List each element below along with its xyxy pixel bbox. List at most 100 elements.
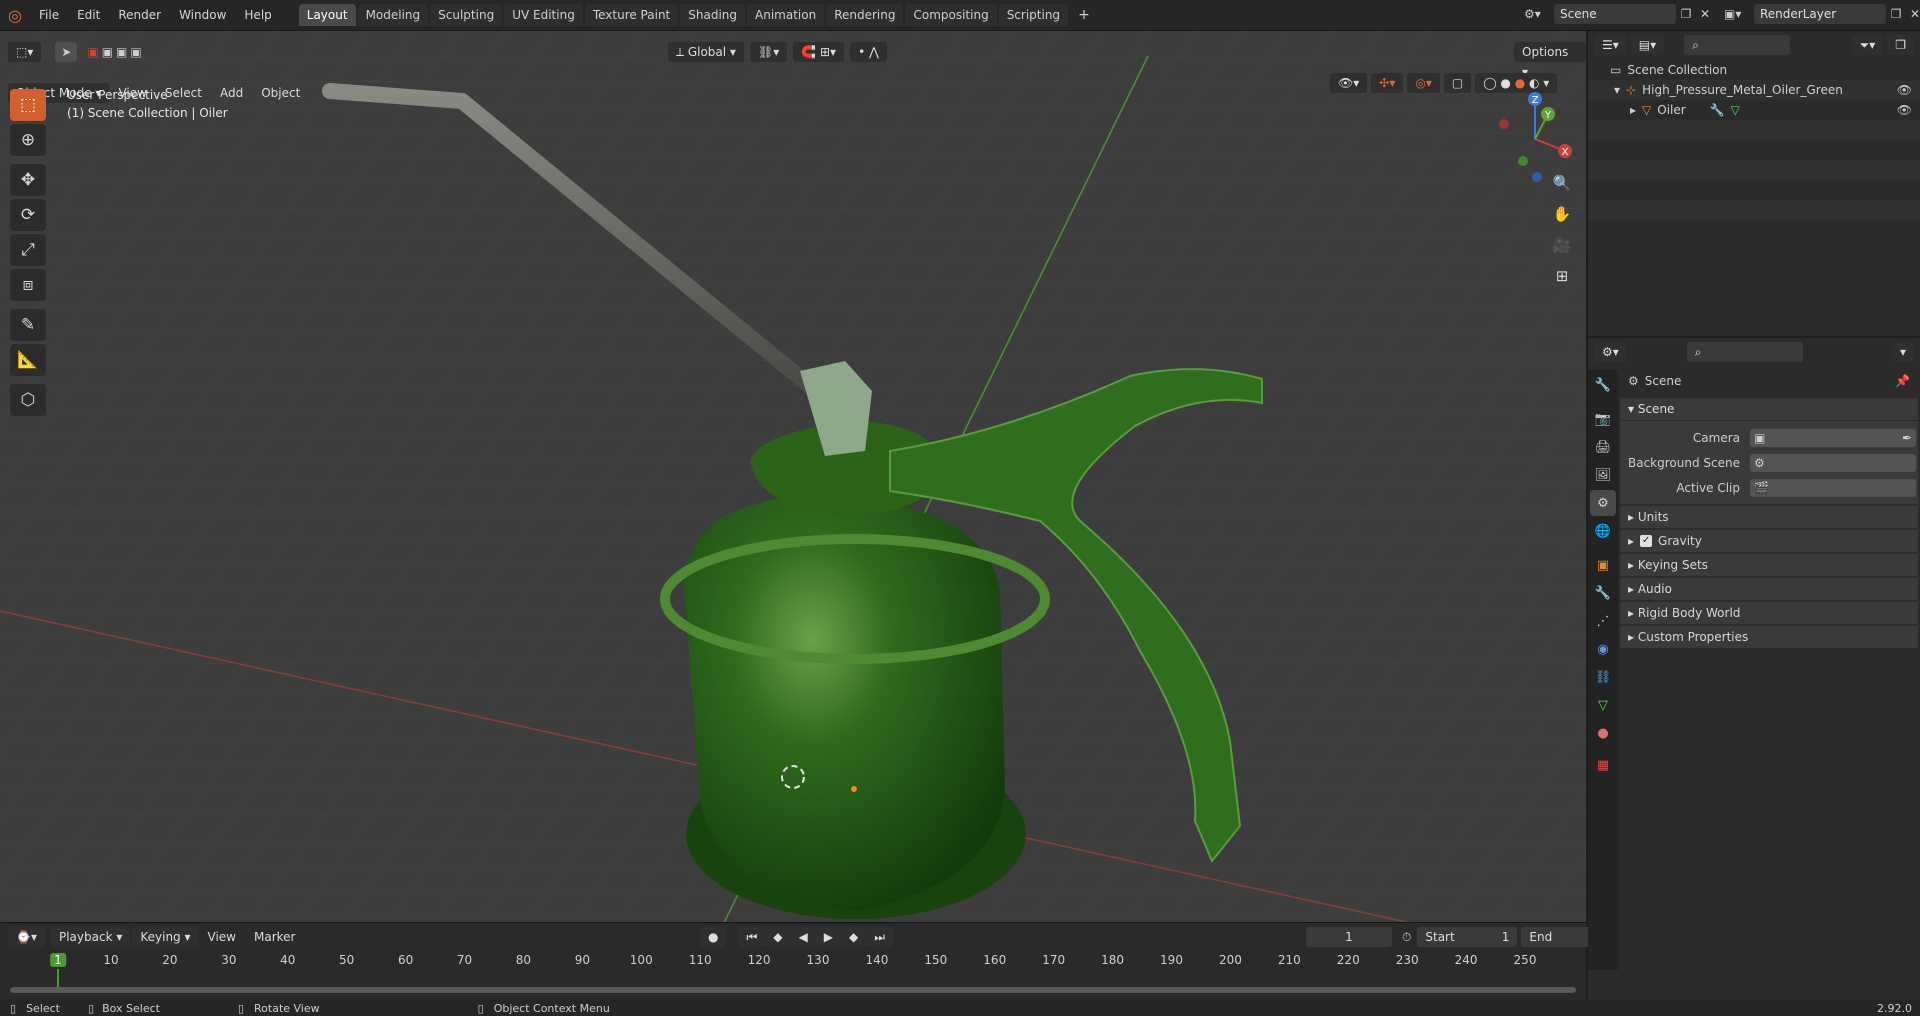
pan-icon[interactable]: ✋ [1548, 200, 1576, 228]
view-layer-icon[interactable]: ▣▾ [1724, 7, 1754, 21]
measure-tool[interactable]: 📐 [10, 344, 46, 376]
menu-object[interactable]: Object [252, 86, 309, 100]
menu-file[interactable]: File [30, 0, 68, 30]
overlay-toggle-icon[interactable]: ◎▾ [1407, 73, 1440, 93]
modifier-icon[interactable]: 🔧 [1710, 100, 1725, 120]
scene-panel-header[interactable]: ▾ Scene [1620, 398, 1918, 421]
gizmo-toggle-icon[interactable]: ✣▾ [1371, 73, 1404, 93]
tree-row-oiler[interactable]: ▸ ▽ Oiler 🔧 ▽ 👁 [1588, 100, 1920, 120]
tree-row-collection[interactable]: ▾ ⊹ High_Pressure_Metal_Oiler_Green 👁 [1588, 80, 1920, 100]
custom-properties-panel-header[interactable]: ▸ Custom Properties [1620, 626, 1918, 648]
properties-editor-type[interactable]: ⚙▾ [1594, 342, 1627, 362]
camera-field[interactable]: ▣ ✒ [1750, 428, 1916, 447]
add-cube-tool[interactable]: ⬡ [10, 384, 46, 416]
pin-icon[interactable]: 📌 [1895, 374, 1910, 388]
tab-scripting[interactable]: Scripting [998, 4, 1069, 26]
physics-tab-icon[interactable]: ◉ [1590, 636, 1616, 662]
visibility-eye-icon[interactable]: 👁 [1897, 80, 1912, 100]
playhead-line[interactable] [57, 969, 59, 987]
scene-tab-icon[interactable]: ⚙ [1590, 490, 1616, 516]
tab-texture-paint[interactable]: Texture Paint [584, 4, 679, 26]
select-box-tool[interactable]: ⬚ [10, 89, 46, 121]
tree-row-scene-collection[interactable]: ▭ Scene Collection [1588, 60, 1920, 80]
delete-view-layer-icon[interactable]: ✕ [1906, 7, 1920, 21]
select-tool-icon[interactable]: ➤ [55, 42, 78, 62]
menu-add[interactable]: Add [211, 86, 252, 100]
filter-dropdown[interactable]: ⏷▾ [1851, 35, 1884, 55]
tab-rendering[interactable]: Rendering [826, 4, 904, 26]
tab-compositing[interactable]: Compositing [905, 4, 997, 26]
scene-name-field[interactable]: Scene [1554, 4, 1676, 24]
keying-sets-panel-header[interactable]: ▸ Keying Sets [1620, 554, 1918, 576]
rigid-body-panel-header[interactable]: ▸ Rigid Body World [1620, 602, 1918, 624]
menu-help[interactable]: Help [235, 0, 280, 30]
new-view-layer-icon[interactable]: ❐ [1886, 7, 1906, 21]
properties-search-field[interactable]: ⌕ [1686, 342, 1803, 362]
mesh-data-tab-icon[interactable]: ▽ [1590, 692, 1616, 718]
tool-tab-icon[interactable]: 🔧 [1590, 372, 1616, 398]
annotate-tool[interactable]: ✎ [10, 309, 46, 341]
view-layer-tab-icon[interactable]: 🖼 [1590, 462, 1616, 488]
rotate-tool[interactable]: ⟳ [10, 199, 46, 231]
material-tab-icon[interactable]: ● [1590, 720, 1616, 746]
constraints-tab-icon[interactable]: ⛓ [1590, 664, 1616, 690]
xray-toggle-icon[interactable]: ▢ [1443, 73, 1472, 93]
expand-arrow-icon[interactable]: ▸ [1630, 100, 1636, 120]
tab-layout[interactable]: Layout [298, 4, 356, 26]
tab-modeling[interactable]: Modeling [357, 4, 429, 26]
eyedropper-icon[interactable]: ✒ [1902, 431, 1912, 445]
move-tool[interactable]: ✥ [10, 164, 46, 196]
new-collection-icon[interactable]: ❐ [1887, 35, 1914, 55]
units-panel-header[interactable]: ▸ Units [1620, 506, 1918, 528]
selection-mode-icons[interactable]: ▣▣▣▣ [87, 45, 144, 59]
output-tab-icon[interactable]: 🖨 [1590, 434, 1616, 460]
modifier-tab-icon[interactable]: 🔧 [1590, 580, 1616, 606]
texture-tab-icon[interactable]: ▦ [1590, 752, 1616, 778]
scale-tool[interactable]: ⤢ [10, 234, 46, 266]
menu-render[interactable]: Render [109, 0, 170, 30]
audio-panel-header[interactable]: ▸ Audio [1620, 578, 1918, 600]
gravity-checkbox[interactable]: ✓ [1640, 535, 1653, 547]
blender-logo-icon[interactable]: ◎ [0, 6, 30, 25]
background-scene-field[interactable]: ⚙ [1750, 453, 1916, 472]
menu-window[interactable]: Window [170, 0, 235, 30]
visibility-eye-icon[interactable]: 👁 [1897, 100, 1912, 120]
properties-options-dropdown[interactable]: ▾ [1891, 342, 1914, 362]
menu-edit[interactable]: Edit [68, 0, 109, 30]
pivot-dropdown[interactable]: ⛓▾ [749, 42, 788, 62]
visibility-icon[interactable]: 👁▾ [1330, 73, 1368, 93]
mesh-data-icon[interactable]: ▽ [1731, 100, 1740, 120]
camera-view-icon[interactable]: 🎥 [1548, 231, 1576, 259]
options-dropdown[interactable]: Options ▾ [1514, 42, 1586, 79]
add-workspace-button[interactable]: + [1070, 4, 1098, 26]
transform-tool[interactable]: ⧈ [10, 269, 46, 301]
display-mode-dropdown[interactable]: ▤▾ [1630, 35, 1665, 55]
snap-dropdown[interactable]: 🧲 ⊞▾ [793, 42, 845, 62]
render-tab-icon[interactable]: 📷 [1590, 406, 1616, 432]
ortho-toggle-icon[interactable]: ⊞ [1548, 262, 1576, 290]
editor-type-button[interactable]: ⬚▾ [8, 42, 42, 62]
zoom-icon[interactable]: 🔍 [1548, 169, 1576, 197]
object-tab-icon[interactable]: ▣ [1590, 552, 1616, 578]
particles-tab-icon[interactable]: ⋰ [1590, 608, 1616, 634]
outliner-editor-type[interactable]: ☰▾ [1594, 35, 1627, 55]
outliner-search-field[interactable]: ⌕ [1684, 35, 1791, 55]
3d-viewport[interactable]: ⬚▾ ➤ ▣▣▣▣ Object Mode ▾ View Select Add … [0, 31, 1586, 922]
world-tab-icon[interactable]: 🌐 [1590, 518, 1616, 544]
cursor-tool[interactable]: ⊕ [10, 124, 46, 156]
tab-uv-editing[interactable]: UV Editing [504, 4, 583, 26]
tab-shading[interactable]: Shading [680, 4, 745, 26]
scrollbar-thumb[interactable] [10, 987, 1576, 993]
orientation-dropdown[interactable]: ⟂ Global ▾ [668, 42, 744, 62]
timeline-scrollbar[interactable] [10, 987, 1576, 993]
active-clip-field[interactable]: 🎬 [1750, 478, 1916, 497]
delete-scene-icon[interactable]: ✕ [1696, 7, 1714, 21]
tab-animation[interactable]: Animation [747, 4, 825, 26]
gravity-panel-header[interactable]: ▸ ✓ Gravity [1620, 530, 1918, 552]
new-scene-icon[interactable]: ❐ [1676, 7, 1696, 21]
view-layer-field[interactable]: RenderLayer [1754, 4, 1886, 24]
expand-arrow-icon[interactable]: ▾ [1614, 80, 1620, 100]
proportional-edit-button[interactable]: • ⋀ [850, 42, 887, 62]
scene-icon[interactable]: ⚙▾ [1524, 7, 1554, 21]
tab-sculpting[interactable]: Sculpting [430, 4, 503, 26]
